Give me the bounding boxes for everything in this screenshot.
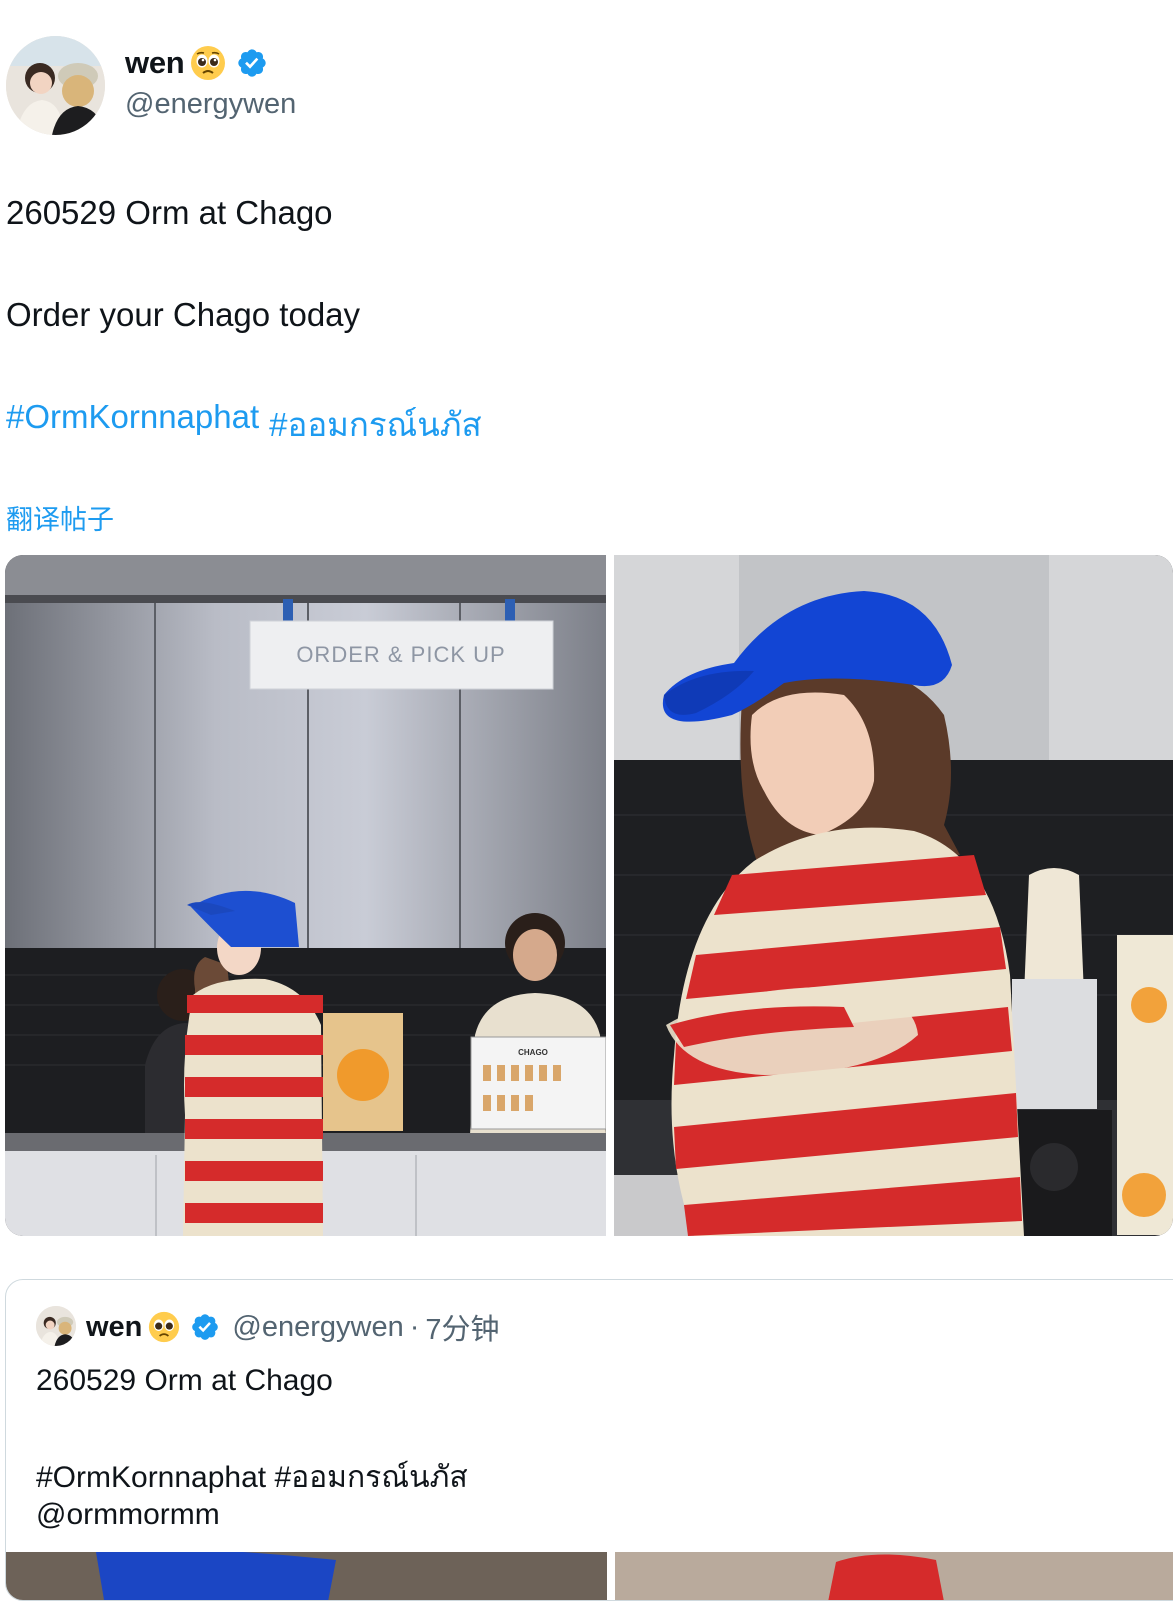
quoted-mention[interactable]: @ormmormm xyxy=(36,1498,220,1532)
quoted-media-preview[interactable] xyxy=(6,1548,1173,1600)
pleading-face-emoji-icon xyxy=(148,1311,180,1343)
verified-badge-icon xyxy=(236,47,268,79)
quoted-author-avatar[interactable] xyxy=(36,1306,76,1346)
author-name-row: wen xyxy=(125,42,268,84)
separator-dot: · xyxy=(409,1310,420,1343)
quoted-timestamp[interactable]: 7分钟 xyxy=(425,1306,499,1348)
photo-1[interactable]: ORDER & PICK UP CHAGO xyxy=(5,555,606,1236)
quoted-tweet-card[interactable]: wen @energywen · 7分钟 260529 Orm at Chago… xyxy=(5,1279,1173,1601)
quoted-author-handle[interactable]: @energywen xyxy=(232,1311,403,1344)
quoted-header-row: wen @energywen · 7分钟 xyxy=(86,1306,500,1348)
media-grid: ORDER & PICK UP CHAGO xyxy=(5,555,1173,1236)
quoted-hashtags[interactable]: #OrmKornnaphat #ออมกรณ์นภัส xyxy=(36,1454,468,1501)
menu-brand-text: CHAGO xyxy=(518,1048,548,1057)
photo-2[interactable] xyxy=(614,555,1173,1236)
order-pickup-sign-text: ORDER & PICK UP xyxy=(296,642,505,667)
tweet-text-line-1: 260529 Orm at Chago xyxy=(6,194,333,231)
pleading-face-emoji-icon xyxy=(190,45,226,81)
hashtag-row: #OrmKornnaphat #ออมกรณ์นภัส xyxy=(6,398,482,451)
author-avatar[interactable] xyxy=(6,36,105,135)
translate-post-link[interactable]: 翻译帖子 xyxy=(6,498,114,537)
quoted-text-line-1: 260529 Orm at Chago xyxy=(36,1364,333,1397)
hashtag-link[interactable]: #ออมกรณ์นภัส xyxy=(269,398,482,451)
author-name[interactable]: wen xyxy=(125,45,185,81)
author-handle[interactable]: @energywen xyxy=(125,88,296,121)
hashtag-link[interactable]: #OrmKornnaphat xyxy=(6,398,259,451)
tweet-text-line-2: Order your Chago today xyxy=(6,296,361,333)
quoted-author-name[interactable]: wen xyxy=(86,1311,142,1344)
verified-badge-icon xyxy=(190,1312,220,1342)
